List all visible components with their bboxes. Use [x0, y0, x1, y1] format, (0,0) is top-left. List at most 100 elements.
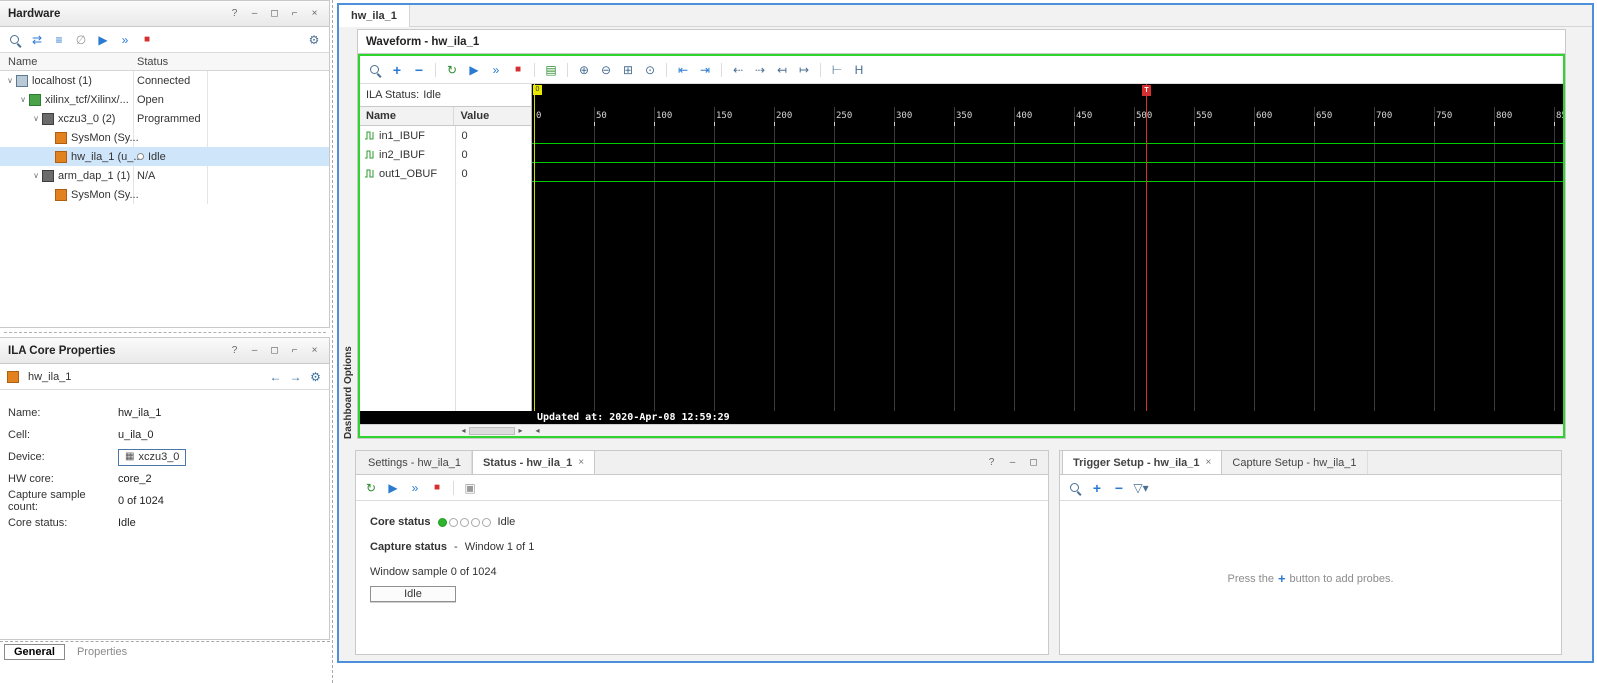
- hardware-tree-row[interactable]: ∨xczu3_0 (2)Programmed: [0, 109, 329, 128]
- close-icon[interactable]: ×: [1206, 457, 1212, 468]
- settings-icon[interactable]: ⚙: [304, 30, 324, 50]
- horizontal-scrollbar[interactable]: ◂ ▸ ◂: [360, 424, 1563, 436]
- close-icon[interactable]: ×: [578, 457, 584, 468]
- scroll-left-icon[interactable]: ◂: [458, 426, 469, 435]
- waveform-canvas[interactable]: 0501001502002503003504004505005506006507…: [532, 84, 1563, 436]
- run-all-triggers-icon[interactable]: »: [486, 60, 506, 80]
- next-transition-icon[interactable]: ⇢: [750, 60, 770, 80]
- device-status-text: Programmed: [137, 113, 201, 125]
- add-marker-icon[interactable]: ⊢: [827, 60, 847, 80]
- close-icon[interactable]: ×: [308, 345, 321, 356]
- run-trigger-icon[interactable]: ▶: [93, 30, 113, 50]
- signal-row[interactable]: in1_IBUF0: [360, 126, 531, 145]
- tab-capture-setup-hw-ila-1[interactable]: Capture Setup - hw_ila_1: [1222, 451, 1367, 474]
- goto-trigger-left-icon[interactable]: ↤: [772, 60, 792, 80]
- dashboard-tab[interactable]: hw_ila_1: [339, 5, 410, 27]
- dashboard-options-strip[interactable]: Dashboard Options: [339, 29, 357, 439]
- waveform-panel-header[interactable]: Waveform - hw_ila_1: [358, 30, 1565, 54]
- goto-start-icon[interactable]: ⇤: [673, 60, 693, 80]
- run-trigger-immediate-icon[interactable]: ↻: [361, 478, 381, 498]
- stop-trigger-icon[interactable]: ■: [508, 60, 528, 80]
- column-value[interactable]: Value: [454, 107, 531, 125]
- ila-properties-header[interactable]: ILA Core Properties ?–◻⌐×: [0, 338, 329, 364]
- signal-row[interactable]: out1_OBUF0: [360, 164, 531, 183]
- stop-trigger-icon[interactable]: ■: [427, 478, 447, 498]
- maximize-icon[interactable]: ◻: [268, 8, 281, 19]
- hardware-tree-row[interactable]: SysMon (Sy...: [0, 128, 329, 147]
- goto-trigger-right-icon[interactable]: ↦: [794, 60, 814, 80]
- add-probe-plus-icon[interactable]: +: [1278, 571, 1286, 586]
- tab-settings-hw-ila-1[interactable]: Settings - hw_ila_1: [358, 451, 472, 474]
- minimize-icon[interactable]: –: [248, 345, 261, 356]
- zoom-out-minus-icon[interactable]: −: [409, 60, 429, 80]
- sysmon-icon: [55, 189, 67, 201]
- zoom-in-icon[interactable]: ⊕: [574, 60, 594, 80]
- minimize-icon[interactable]: –: [248, 8, 261, 19]
- program-device-icon[interactable]: ≡: [49, 30, 69, 50]
- run-trigger-icon[interactable]: ▶: [464, 60, 484, 80]
- help-icon[interactable]: ?: [228, 8, 241, 19]
- run-all-triggers-icon[interactable]: »: [115, 30, 135, 50]
- tab-trigger-setup-hw-ila-1[interactable]: Trigger Setup - hw_ila_1 ×: [1062, 451, 1222, 474]
- back-icon[interactable]: ←: [269, 370, 282, 384]
- search-icon[interactable]: [365, 60, 385, 80]
- export-data-icon[interactable]: ▤: [541, 60, 561, 80]
- hardware-tree-row[interactable]: ∨arm_dap_1 (1)N/A: [0, 166, 329, 185]
- capture-status-settings-disabled-icon[interactable]: ▣: [460, 478, 480, 498]
- tab-status-hw-ila-1[interactable]: Status - hw_ila_1×: [472, 451, 595, 474]
- tree-expander-icon[interactable]: ∨: [30, 171, 42, 180]
- signal-row[interactable]: in2_IBUF0: [360, 145, 531, 164]
- auto-connect-icon[interactable]: ⇄: [27, 30, 47, 50]
- device-chip-button[interactable]: ▦xczu3_0: [118, 449, 186, 466]
- minimize-icon[interactable]: –: [1006, 457, 1019, 468]
- run-trigger-immediate-icon[interactable]: ↻: [442, 60, 462, 80]
- goto-end-icon[interactable]: ⇥: [695, 60, 715, 80]
- float-icon[interactable]: ⌐: [288, 345, 301, 356]
- stop-trigger-icon[interactable]: ■: [137, 30, 157, 50]
- toolbar-separator: [453, 481, 454, 495]
- column-status[interactable]: Status: [137, 56, 168, 68]
- measure-icon[interactable]: H: [849, 60, 869, 80]
- tab-general[interactable]: General: [4, 644, 65, 660]
- cursor-marker-flag[interactable]: 0: [533, 85, 542, 95]
- hardware-tree-row[interactable]: SysMon (Sy...: [0, 185, 329, 204]
- hardware-tree-row[interactable]: ∨xilinx_tcf/Xilinx/...Open: [0, 90, 329, 109]
- zoom-in-plus-icon[interactable]: +: [387, 60, 407, 80]
- help-icon[interactable]: ?: [985, 457, 998, 468]
- zoom-fit-icon[interactable]: ⊞: [618, 60, 638, 80]
- scroll-right-icon[interactable]: ▸: [515, 426, 526, 435]
- scrollbar-thumb[interactable]: [469, 427, 515, 435]
- properties-tabbar: GeneralProperties: [0, 641, 330, 662]
- tree-expander-icon[interactable]: ∨: [4, 76, 16, 85]
- forward-icon[interactable]: →: [289, 370, 302, 384]
- zoom-out-icon[interactable]: ⊖: [596, 60, 616, 80]
- float-icon[interactable]: ⌐: [288, 8, 301, 19]
- trigger-marker-flag[interactable]: T: [1142, 85, 1151, 96]
- tab-properties[interactable]: Properties: [68, 645, 136, 659]
- panel-splitter[interactable]: [4, 332, 326, 333]
- close-icon[interactable]: ×: [308, 8, 321, 19]
- remove-probe-icon[interactable]: −: [1109, 478, 1129, 498]
- column-name[interactable]: Name: [360, 107, 454, 125]
- tree-expander-icon[interactable]: ∨: [17, 95, 29, 104]
- hardware-tree-row[interactable]: hw_ila_1 (u_...Idle: [0, 147, 329, 166]
- column-name[interactable]: Name: [0, 56, 37, 68]
- trigger-mode-dropdown-icon[interactable]: ▽▾: [1131, 478, 1151, 498]
- tab-label: Trigger Setup - hw_ila_1: [1073, 457, 1200, 469]
- refresh-disabled-icon[interactable]: ∅: [71, 30, 91, 50]
- add-probe-icon[interactable]: +: [1087, 478, 1107, 498]
- search-icon[interactable]: [5, 30, 25, 50]
- hardware-panel-header[interactable]: Hardware ?–◻⌐×: [0, 1, 329, 27]
- previous-transition-icon[interactable]: ⇠: [728, 60, 748, 80]
- settings-icon[interactable]: ⚙: [309, 370, 322, 384]
- tree-expander-icon[interactable]: ∨: [30, 114, 42, 123]
- search-icon[interactable]: [1065, 478, 1085, 498]
- run-trigger-icon[interactable]: ▶: [383, 478, 403, 498]
- hardware-tree-row[interactable]: ∨localhost (1)Connected: [0, 71, 329, 90]
- maximize-icon[interactable]: ◻: [1027, 457, 1040, 468]
- maximize-icon[interactable]: ◻: [268, 345, 281, 356]
- help-icon[interactable]: ?: [228, 345, 241, 356]
- run-all-triggers-icon[interactable]: »: [405, 478, 425, 498]
- zoom-to-cursor-icon[interactable]: ⊙: [640, 60, 660, 80]
- scroll-left-icon[interactable]: ◂: [532, 426, 543, 435]
